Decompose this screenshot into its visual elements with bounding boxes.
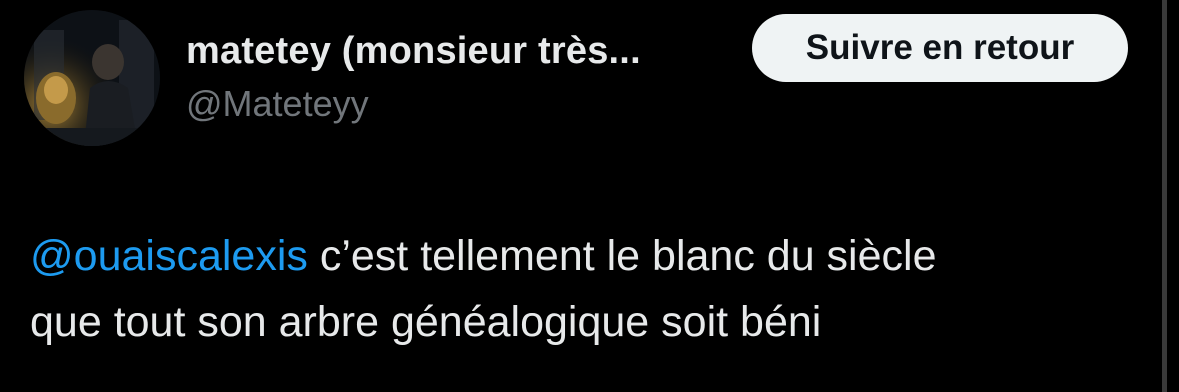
tweet-text-line-1-body: c’est tellement le blanc du siècle <box>307 232 937 280</box>
display-name[interactable]: matetey (monsieur très... <box>186 30 641 73</box>
scrollbar[interactable] <box>1162 0 1167 392</box>
follow-back-button[interactable]: Suivre en retour <box>752 14 1128 82</box>
user-handle[interactable]: @Mateteyy <box>186 83 369 125</box>
mention-link[interactable]: @ouaiscalexis <box>30 232 308 280</box>
tweet-text: @ouaiscalexis c’est tellement le blanc d… <box>30 223 1150 355</box>
tweet-text-line-2: que tout son arbre généalogique soit bén… <box>30 298 822 346</box>
avatar-image <box>24 10 160 146</box>
tweet: matetey (monsieur très... @Mateteyy Suiv… <box>0 0 1179 392</box>
tweet-text-line-1: @ouaiscalexis c’est tellement le blanc d… <box>30 223 1150 289</box>
avatar[interactable] <box>24 10 160 146</box>
